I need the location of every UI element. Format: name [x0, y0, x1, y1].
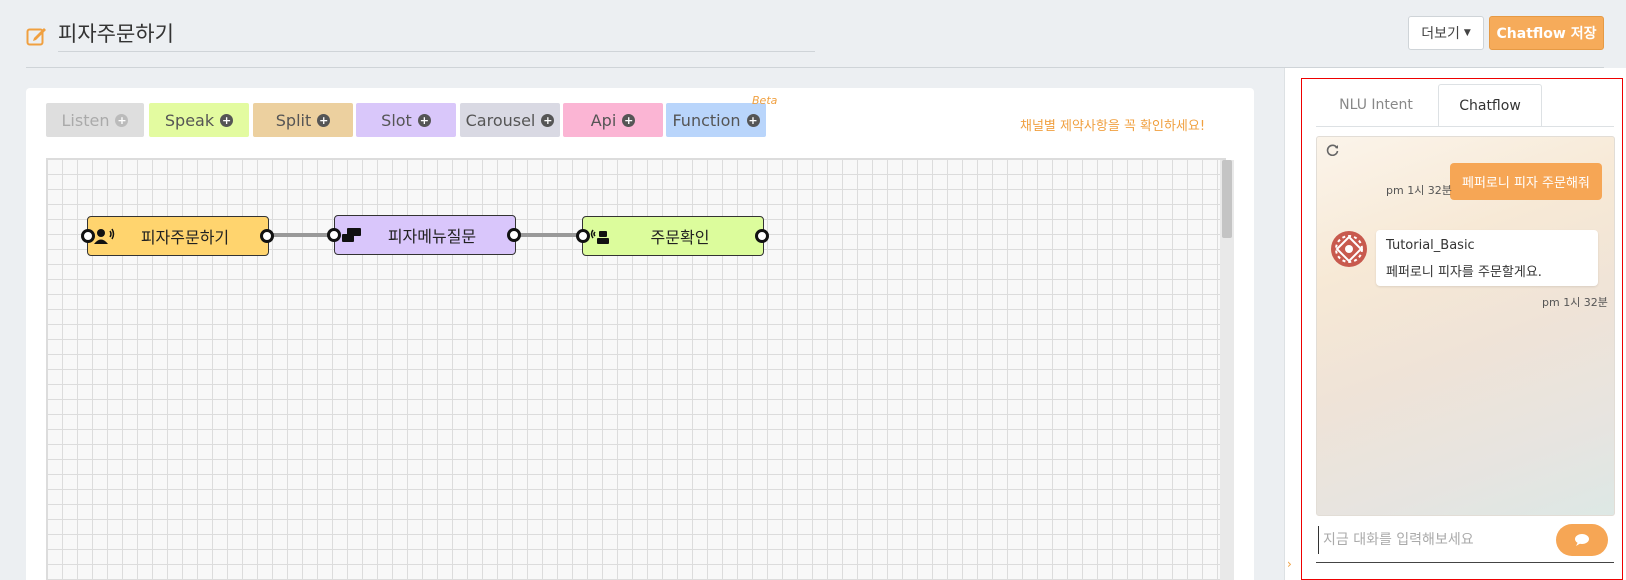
tab-chatflow[interactable]: Chatflow — [1438, 84, 1542, 126]
node-port[interactable] — [327, 228, 341, 242]
user-message-bubble: 페퍼로니 피자 주문해줘 — [1450, 163, 1602, 200]
plus-circle-icon: + — [622, 113, 636, 127]
flow-connector[interactable] — [516, 233, 584, 237]
message-timestamp: pm 1시 32분 — [1386, 184, 1452, 197]
chevron-right-icon[interactable]: › — [1287, 558, 1295, 570]
add-split-label: Split — [275, 110, 312, 130]
plus-circle-icon: + — [115, 113, 129, 127]
message-timestamp: pm 1시 32분 — [1542, 296, 1608, 309]
flow-node-label: 피자메뉴질문 — [387, 227, 477, 246]
node-port[interactable] — [755, 229, 769, 243]
flow-node-order-confirm[interactable]: 주문확인 — [582, 216, 764, 256]
send-message-button[interactable] — [1556, 524, 1608, 556]
plus-circle-icon: + — [317, 113, 331, 127]
caret-down-icon: ▼ — [1463, 28, 1471, 38]
add-speak-label: Speak — [164, 110, 215, 130]
add-carousel-button[interactable]: Carousel + — [460, 103, 560, 137]
more-button-label: 더보기 — [1421, 26, 1460, 42]
flow-node-pizza-menu[interactable]: 피자메뉴질문 — [334, 215, 516, 255]
bot-name: Tutorial_Basic — [1386, 238, 1475, 253]
plus-circle-icon: + — [746, 113, 760, 127]
edit-icon — [26, 28, 46, 46]
chat-bubble-icon — [1575, 534, 1589, 546]
flow-node-label: 주문확인 — [650, 228, 710, 247]
add-api-button[interactable]: Api + — [563, 103, 663, 137]
tab-nlu-intent[interactable]: NLU Intent — [1313, 84, 1439, 126]
node-port[interactable] — [81, 229, 95, 243]
chat-panel-divider — [1284, 68, 1285, 580]
add-api-label: Api — [590, 110, 617, 130]
save-chatflow-button[interactable]: Chatflow 저장 — [1489, 16, 1604, 50]
node-port[interactable] — [507, 228, 521, 242]
add-split-button[interactable]: Split + — [253, 103, 353, 137]
flow-connector[interactable] — [272, 233, 334, 237]
plus-circle-icon: + — [220, 113, 234, 127]
page-title[interactable]: 피자주문하기 — [58, 18, 815, 52]
add-listen-label: Listen — [61, 110, 110, 130]
flow-node-pizza-order[interactable]: 피자주문하기 — [87, 216, 269, 256]
bot-avatar — [1331, 231, 1367, 267]
node-port[interactable] — [260, 229, 274, 243]
add-slot-label: Slot — [381, 110, 412, 130]
flow-node-label: 피자주문하기 — [140, 228, 230, 247]
add-function-label: Function — [672, 110, 741, 130]
more-dropdown-button[interactable]: 더보기 ▼ — [1408, 16, 1484, 50]
bot-message-text: 페퍼로니 피자를 주문할게요. — [1386, 265, 1542, 280]
add-function-button[interactable]: Function + — [666, 103, 766, 137]
add-listen-button[interactable]: Listen + — [46, 103, 144, 137]
plus-circle-icon: + — [417, 113, 431, 127]
add-carousel-label: Carousel — [465, 110, 536, 130]
tabs-divider — [1316, 126, 1614, 127]
chat-message-input[interactable] — [1318, 526, 1554, 554]
canvas-scrollbar-thumb[interactable] — [1222, 160, 1232, 238]
add-speak-button[interactable]: Speak + — [149, 103, 249, 137]
refresh-icon[interactable] — [1326, 143, 1339, 156]
channel-notice-link[interactable]: 채널별 제약사항을 꼭 확인하세요! — [1020, 115, 1205, 134]
input-underline — [1316, 562, 1614, 563]
node-port[interactable] — [576, 229, 590, 243]
plus-circle-icon: + — [541, 113, 555, 127]
beta-badge: Beta — [752, 94, 778, 107]
add-slot-button[interactable]: Slot + — [356, 103, 456, 137]
